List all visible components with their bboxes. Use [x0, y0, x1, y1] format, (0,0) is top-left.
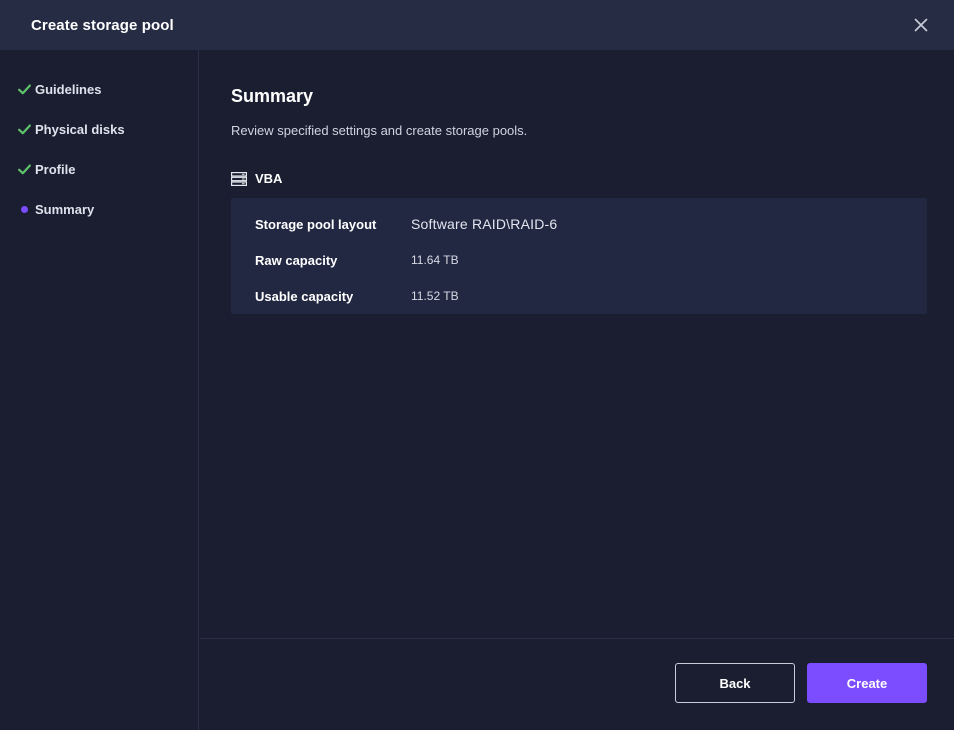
step-physical-disks[interactable]: Physical disks [0, 109, 198, 149]
summary-label: Usable capacity [255, 288, 354, 304]
summary-panel: Summary Review specified settings and cr… [200, 50, 954, 638]
current-step-dot-icon [17, 202, 31, 216]
summary-label: Raw capacity [255, 252, 338, 268]
dialog-header: Create storage pool [0, 0, 954, 50]
dialog-footer: Back Create [200, 638, 954, 730]
summary-card: Storage pool layout Software RAID\RAID-6… [231, 198, 927, 314]
step-label: Profile [35, 161, 76, 177]
summary-value: 11.52 TB [411, 289, 459, 303]
dialog-title: Create storage pool [31, 16, 174, 34]
step-label: Summary [35, 201, 95, 217]
create-storage-pool-dialog: Create storage pool Guidelines Physical … [0, 0, 954, 730]
wizard-steps-sidebar: Guidelines Physical disks Profile Summar… [0, 50, 199, 730]
step-summary[interactable]: Summary [0, 189, 198, 229]
check-icon [17, 162, 31, 176]
server-icon [231, 171, 247, 186]
page-description: Review specified settings and create sto… [231, 123, 528, 138]
back-button[interactable]: Back [675, 663, 795, 703]
summary-row-layout: Storage pool layout Software RAID\RAID-6 [255, 198, 903, 242]
summary-value: 11.64 TB [411, 253, 459, 267]
server-name: VBA [255, 171, 283, 186]
server-header: VBA [231, 171, 282, 186]
page-title: Summary [231, 86, 314, 106]
step-label: Guidelines [35, 81, 102, 97]
step-label: Physical disks [35, 121, 125, 137]
summary-row-usable-capacity: Usable capacity 11.52 TB [255, 278, 903, 314]
check-icon [17, 122, 31, 136]
step-guidelines[interactable]: Guidelines [0, 69, 198, 109]
check-icon [17, 82, 31, 96]
summary-label: Storage pool layout [255, 216, 377, 232]
step-profile[interactable]: Profile [0, 149, 198, 189]
summary-row-raw-capacity: Raw capacity 11.64 TB [255, 242, 903, 278]
close-icon [914, 18, 928, 32]
close-button[interactable] [912, 16, 930, 34]
summary-value: Software RAID\RAID-6 [411, 216, 558, 232]
create-button[interactable]: Create [807, 663, 927, 703]
